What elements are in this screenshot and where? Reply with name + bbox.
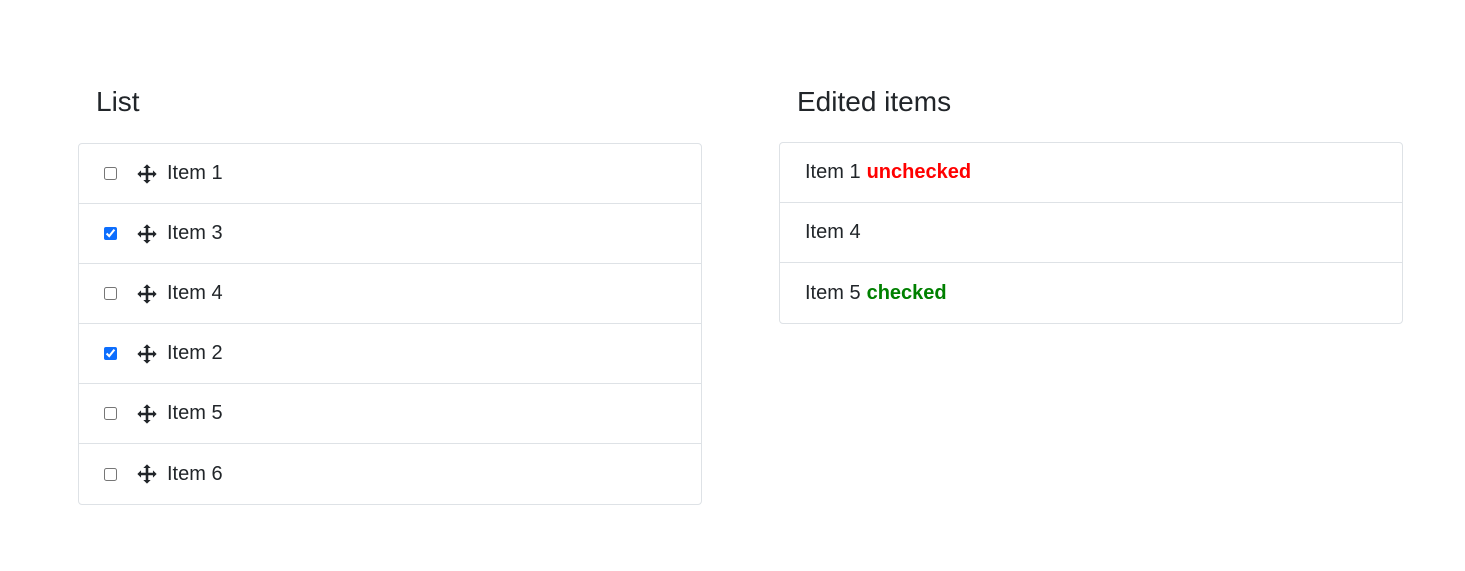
edited-item-status: checked [866, 281, 947, 304]
move-icon[interactable] [136, 463, 158, 485]
item-checkbox[interactable] [104, 167, 117, 180]
move-icon[interactable] [136, 343, 158, 365]
item-label: Item 2 [167, 342, 223, 364]
list-item[interactable]: Item 4 [79, 264, 701, 324]
edited-item: Item 4 [780, 203, 1402, 263]
list-title: List [96, 86, 140, 117]
item-label: Item 3 [167, 222, 223, 244]
edited-item-label: Item 5 [805, 281, 861, 304]
edited-item-label: Item 1 [805, 161, 861, 183]
item-checkbox[interactable] [104, 287, 117, 300]
item-checkbox[interactable] [104, 347, 117, 360]
item-checkbox[interactable] [104, 227, 117, 240]
page: List Item 1 Item 3 Item 4 Item 2 Item 5 … [0, 0, 1465, 571]
move-icon[interactable] [136, 283, 158, 305]
edited-list: Item 1 unchecked Item 4 Item 5 checked [779, 142, 1403, 324]
edited-item: Item 1 unchecked [780, 143, 1402, 203]
list-item[interactable]: Item 2 [79, 324, 701, 384]
list-item[interactable]: Item 1 [79, 144, 701, 204]
edited-item: Item 5 checked [780, 263, 1402, 323]
sortable-list: Item 1 Item 3 Item 4 Item 2 Item 5 Item … [78, 143, 702, 505]
item-label: Item 5 [167, 402, 223, 424]
item-label: Item 6 [167, 462, 223, 485]
move-icon[interactable] [136, 403, 158, 425]
move-icon[interactable] [136, 163, 158, 185]
edited-item-label: Item 4 [805, 221, 861, 243]
list-item[interactable]: Item 3 [79, 204, 701, 264]
item-label: Item 1 [167, 162, 223, 184]
list-item[interactable]: Item 5 [79, 384, 701, 444]
item-label: Item 4 [167, 282, 223, 304]
item-checkbox[interactable] [104, 467, 117, 481]
edited-item-status: unchecked [866, 161, 972, 183]
edited-title: Edited items [797, 86, 952, 117]
list-item[interactable]: Item 6 [79, 444, 701, 504]
move-icon[interactable] [136, 223, 158, 245]
item-checkbox[interactable] [104, 407, 117, 420]
